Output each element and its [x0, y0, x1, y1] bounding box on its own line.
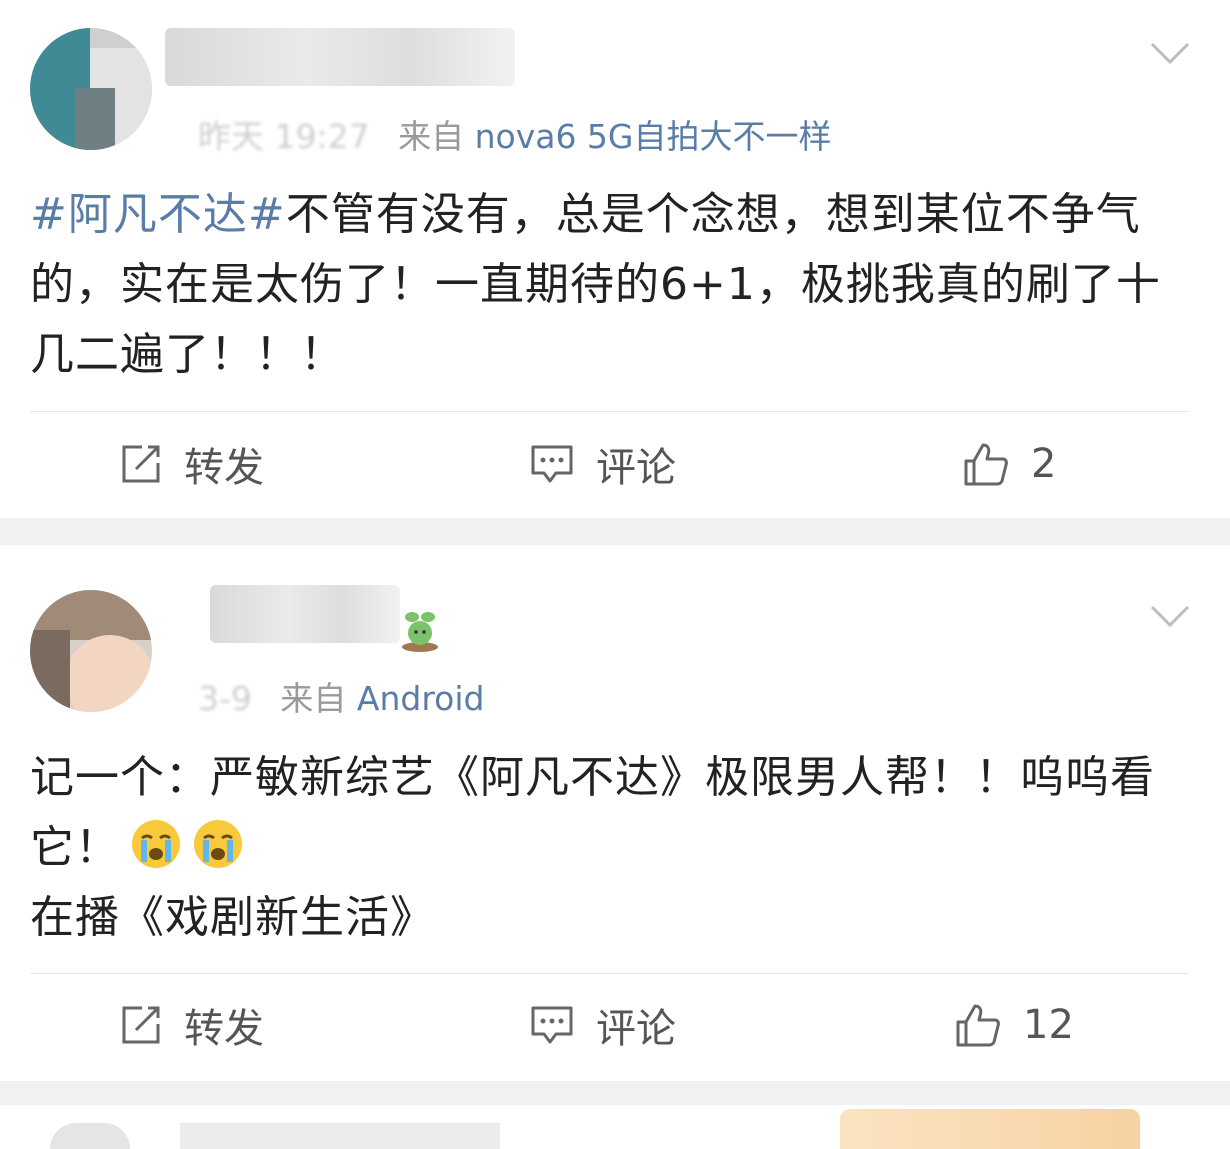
repost-icon: [122, 1006, 160, 1044]
promo-banner[interactable]: [840, 1109, 1140, 1149]
repost-button[interactable]: 转发: [120, 995, 264, 1055]
repost-button[interactable]: 转发: [120, 434, 264, 494]
like-button[interactable]: 2: [963, 434, 1056, 494]
source-prefix: 来自: [280, 679, 347, 718]
post-meta: 3-9 来自 Android: [198, 672, 485, 720]
comment-label: 评论: [596, 445, 676, 491]
thumbs-up-icon: [964, 443, 1008, 486]
repost-label: 转发: [184, 1006, 264, 1052]
crying-emoji: [132, 820, 180, 868]
thumbs-up-icon: [956, 1004, 1000, 1047]
badge-sprout-icon: [402, 612, 438, 652]
like-button[interactable]: 12: [955, 995, 1074, 1055]
post-time: 3-9: [198, 679, 252, 718]
comment-label: 评论: [596, 1006, 676, 1052]
action-bar: 转发 评论 12: [0, 995, 1230, 1055]
post-card: [0, 1105, 1230, 1149]
post-text-line2: 在播《戏剧新生活》: [30, 892, 435, 943]
comment-icon: [531, 1006, 573, 1044]
post-card: 昨天 19:27 来自 nova6 5G自拍大不一样 #阿凡不达#不管有没有，总…: [0, 0, 1230, 518]
username-blurred[interactable]: [165, 28, 515, 86]
like-count: 12: [1023, 1002, 1074, 1048]
post-source[interactable]: Android: [357, 679, 485, 718]
hashtag-link[interactable]: #阿凡不达#: [30, 189, 286, 240]
like-count: 2: [1031, 441, 1057, 487]
action-bar: 转发 评论 2: [0, 434, 1230, 494]
repost-label: 转发: [184, 445, 264, 491]
avatar[interactable]: [30, 28, 152, 150]
repost-icon: [122, 445, 160, 483]
comment-button[interactable]: 评论: [530, 434, 676, 494]
chevron-down-icon[interactable]: [1150, 605, 1190, 629]
comment-button[interactable]: 评论: [530, 995, 676, 1055]
chevron-down-icon[interactable]: [1150, 42, 1190, 66]
crying-emoji: [194, 820, 242, 868]
divider: [30, 411, 1188, 412]
comment-icon: [531, 445, 573, 483]
post-body: #阿凡不达#不管有没有，总是个念想，想到某位不争气的，实在是太伤了！一直期待的6…: [30, 180, 1200, 390]
post-card: 3-9 来自 Android 记一个：严敏新综艺《阿凡不达》极限男人帮！！呜呜看…: [0, 545, 1230, 1081]
post-source[interactable]: nova6 5G自拍大不一样: [475, 117, 832, 156]
post-time: 昨天 19:27: [198, 117, 370, 156]
source-prefix: 来自: [398, 117, 465, 156]
username-blurred[interactable]: [180, 1123, 500, 1149]
username-blurred[interactable]: [210, 585, 400, 643]
avatar[interactable]: [50, 1123, 130, 1149]
divider: [30, 973, 1188, 974]
post-body: 记一个：严敏新综艺《阿凡不达》极限男人帮！！呜呜看它！ 在播《戏剧新生活》: [30, 743, 1200, 953]
avatar[interactable]: [30, 590, 152, 712]
post-meta: 昨天 19:27 来自 nova6 5G自拍大不一样: [198, 110, 832, 158]
